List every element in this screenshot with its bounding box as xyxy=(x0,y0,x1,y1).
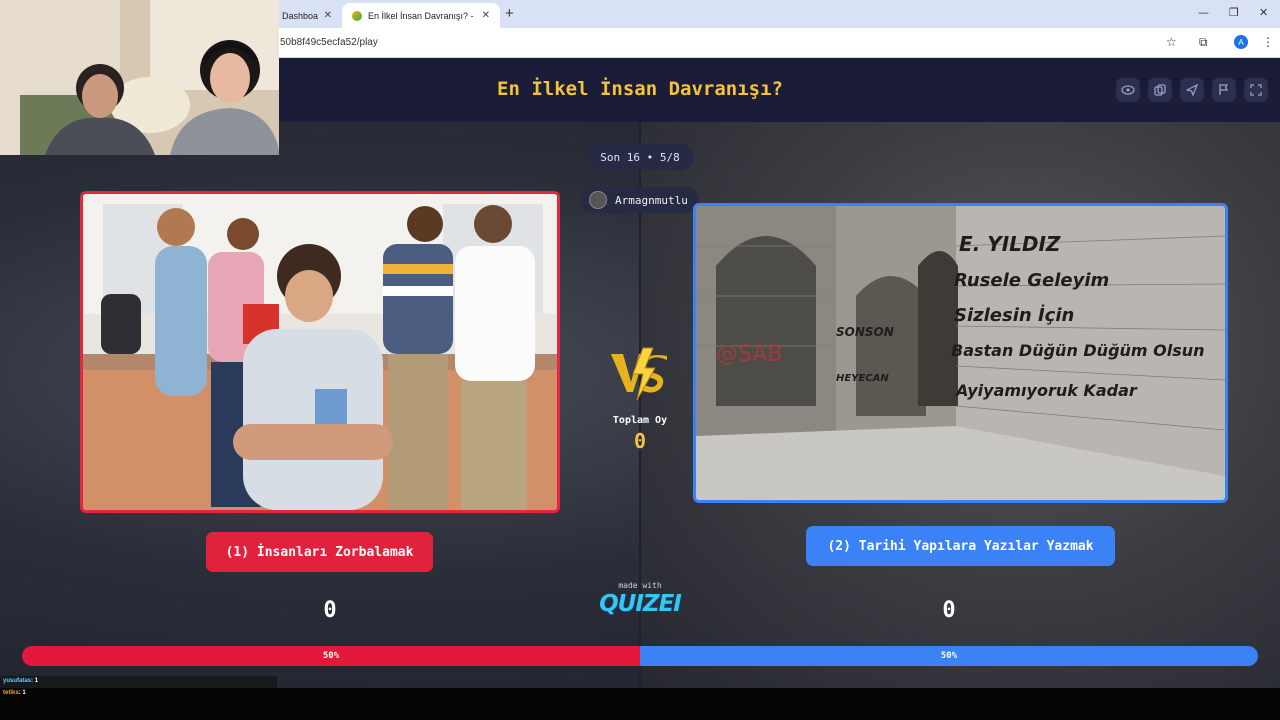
graffiti-text: Bastan Düğün Düğüm Olsun xyxy=(951,341,1205,360)
graffiti-text: Ayiyamıyoruk Kadar xyxy=(954,381,1138,400)
flag-icon[interactable] xyxy=(1212,78,1236,102)
new-tab-icon[interactable]: + xyxy=(505,5,514,22)
close-tab-icon[interactable]: ✕ xyxy=(482,10,490,21)
tab-dashboard[interactable]: Dashboard ✕ xyxy=(272,3,342,28)
quizei-logo[interactable]: QUIZEI xyxy=(590,591,690,617)
menu-kebab-icon[interactable]: ⋮ xyxy=(1262,35,1274,49)
bookmark-star-icon[interactable]: ☆ xyxy=(1166,35,1177,49)
option-2-percent-bar: 50% xyxy=(640,646,1258,666)
option-2-button[interactable]: (2) Tarihi Yapılara Yazılar Yazmak xyxy=(806,526,1115,566)
graffiti-wall-photo: E. YILDIZ Rusele Geleyim Sizlesin İçin B… xyxy=(696,206,1225,500)
tab-label: Dashboard xyxy=(282,10,318,21)
option-1-score: 0 xyxy=(323,598,337,623)
option-1-card[interactable] xyxy=(80,191,560,513)
option-1-percent-bar: 50% xyxy=(22,646,640,666)
graffiti-text: Sizlesin İçin xyxy=(954,304,1074,326)
minimize-icon[interactable]: — xyxy=(1198,6,1209,19)
chat-line: yusufatas: 1 xyxy=(3,678,38,684)
graffiti-text: E. YILDIZ xyxy=(959,232,1061,256)
chat-message: : 1 xyxy=(31,678,39,684)
webcam-overlay xyxy=(0,0,279,155)
round-indicator: Son 16 • 5/8 xyxy=(586,144,694,170)
close-tab-icon[interactable]: ✕ xyxy=(324,10,332,21)
graffiti-text: SONSON xyxy=(836,325,894,339)
bullying-photo xyxy=(83,194,557,510)
chat-line: tetiks: 1 xyxy=(3,690,26,696)
made-with-label: made with xyxy=(618,581,662,590)
graffiti-text: HEYECAN xyxy=(836,373,889,384)
copy-icon[interactable] xyxy=(1148,78,1172,102)
eye-icon[interactable] xyxy=(1116,78,1140,102)
close-window-icon[interactable]: ✕ xyxy=(1259,6,1268,19)
chat-message-box xyxy=(0,676,277,688)
total-votes-label: Toplam Oy xyxy=(612,415,668,426)
extensions-icon[interactable]: ⧉ xyxy=(1199,35,1208,50)
option-2-card[interactable]: E. YILDIZ Rusele Geleyim Sizlesin İçin B… xyxy=(693,203,1228,503)
stream-chat-area xyxy=(0,688,1280,720)
option-2-score: 0 xyxy=(942,598,956,623)
chat-message: : 1 xyxy=(18,690,26,696)
send-icon[interactable] xyxy=(1180,78,1204,102)
chat-username: tetiks xyxy=(3,690,19,696)
option-2-percent-label: 50% xyxy=(940,651,958,661)
chat-username: yusufatas xyxy=(3,678,32,684)
option-1-button[interactable]: (1) İnsanları Zorbalamak xyxy=(206,532,433,572)
creator-avatar xyxy=(589,191,607,209)
restore-icon[interactable]: ❐ xyxy=(1229,6,1239,19)
creator-name: Armagnmutlu xyxy=(615,193,688,207)
tab-label: En İlkel İnsan Davranışı? - Tier L xyxy=(368,10,476,21)
creator-badge[interactable]: Armagnmutlu xyxy=(580,187,699,213)
versus-icon xyxy=(611,347,667,401)
profile-avatar[interactable]: A xyxy=(1234,35,1248,49)
total-votes-value: 0 xyxy=(633,429,647,453)
fullscreen-icon[interactable] xyxy=(1244,78,1268,102)
graffiti-red-mark: @SAB xyxy=(716,342,783,367)
tab-active-quiz[interactable]: En İlkel İnsan Davranışı? - Tier L ✕ xyxy=(342,3,500,28)
url-field[interactable]: 50b8f49c5ecfa52/play xyxy=(280,37,378,48)
favicon-icon xyxy=(352,10,362,21)
graffiti-text: Rusele Geleyim xyxy=(954,270,1109,291)
option-1-percent-label: 50% xyxy=(322,651,340,661)
